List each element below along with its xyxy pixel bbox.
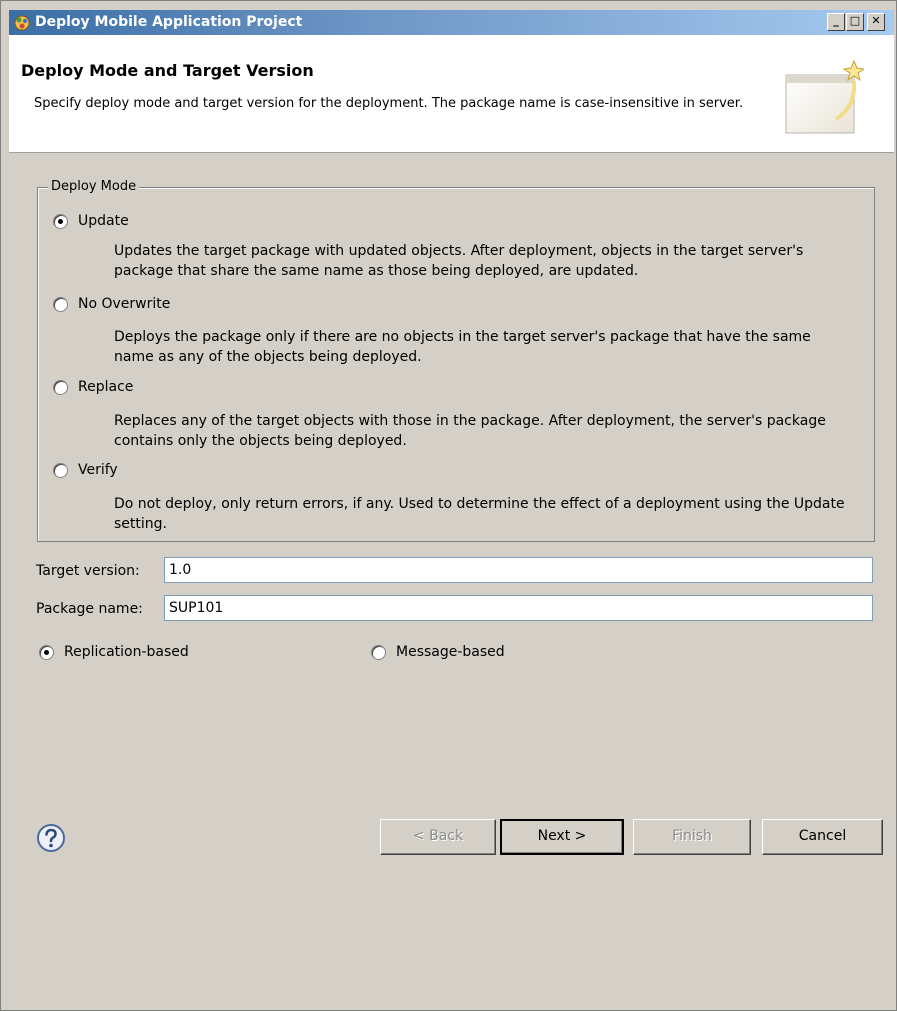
radio-replication-indicator[interactable] bbox=[39, 644, 54, 660]
radio-no-overwrite-indicator[interactable] bbox=[53, 296, 68, 312]
radio-replace-indicator[interactable] bbox=[53, 379, 68, 395]
radio-update[interactable]: Update bbox=[53, 213, 129, 229]
radio-message-indicator[interactable] bbox=[371, 644, 386, 660]
replace-description: Replaces any of the target objects with … bbox=[114, 413, 826, 449]
page-title: Deploy Mode and Target Version bbox=[21, 61, 314, 80]
radio-update-label[interactable]: Update bbox=[78, 213, 129, 229]
close-button[interactable]: ✕ bbox=[867, 13, 885, 31]
back-button[interactable]: < Back bbox=[380, 819, 496, 855]
radio-verify-indicator[interactable] bbox=[53, 462, 68, 478]
radio-replace-label[interactable]: Replace bbox=[78, 379, 133, 395]
verify-description: Do not deploy, only return errors, if an… bbox=[114, 496, 845, 532]
app-icon bbox=[14, 15, 30, 31]
cancel-button[interactable]: Cancel bbox=[762, 819, 883, 855]
wizard-header: Deploy Mode and Target Version Specify d… bbox=[9, 35, 894, 153]
wizard-banner-icon bbox=[785, 59, 864, 134]
title-bar[interactable]: Deploy Mobile Application Project _ □ ✕ bbox=[9, 10, 894, 35]
window-title: Deploy Mobile Application Project bbox=[35, 14, 303, 30]
radio-verify-label[interactable]: Verify bbox=[78, 462, 118, 478]
page-description: Specify deploy mode and target version f… bbox=[34, 96, 744, 111]
target-version-label: Target version: bbox=[36, 563, 140, 579]
radio-update-indicator[interactable] bbox=[53, 213, 68, 229]
maximize-button[interactable]: □ bbox=[846, 13, 864, 31]
no-overwrite-description: Deploys the package only if there are no… bbox=[114, 329, 811, 365]
package-name-label: Package name: bbox=[36, 601, 143, 617]
help-icon[interactable] bbox=[36, 823, 66, 853]
radio-replication-label[interactable]: Replication-based bbox=[64, 644, 189, 660]
next-button[interactable]: Next > bbox=[500, 819, 624, 855]
radio-message-label[interactable]: Message-based bbox=[396, 644, 505, 660]
wizard-window: Deploy Mobile Application Project _ □ ✕ … bbox=[0, 0, 897, 1011]
minimize-button[interactable]: _ bbox=[827, 13, 845, 31]
radio-no-overwrite-label[interactable]: No Overwrite bbox=[78, 296, 170, 312]
target-version-input[interactable] bbox=[164, 557, 873, 583]
radio-verify[interactable]: Verify bbox=[53, 462, 118, 478]
package-name-input[interactable] bbox=[164, 595, 873, 621]
footer-separator bbox=[9, 773, 894, 774]
radio-no-overwrite[interactable]: No Overwrite bbox=[53, 296, 170, 312]
radio-message-based[interactable]: Message-based bbox=[371, 644, 505, 660]
finish-button[interactable]: Finish bbox=[633, 819, 751, 855]
update-description: Updates the target package with updated … bbox=[114, 243, 804, 279]
deploy-mode-legend: Deploy Mode bbox=[48, 179, 140, 194]
radio-replication-based[interactable]: Replication-based bbox=[39, 644, 189, 660]
radio-replace[interactable]: Replace bbox=[53, 379, 133, 395]
